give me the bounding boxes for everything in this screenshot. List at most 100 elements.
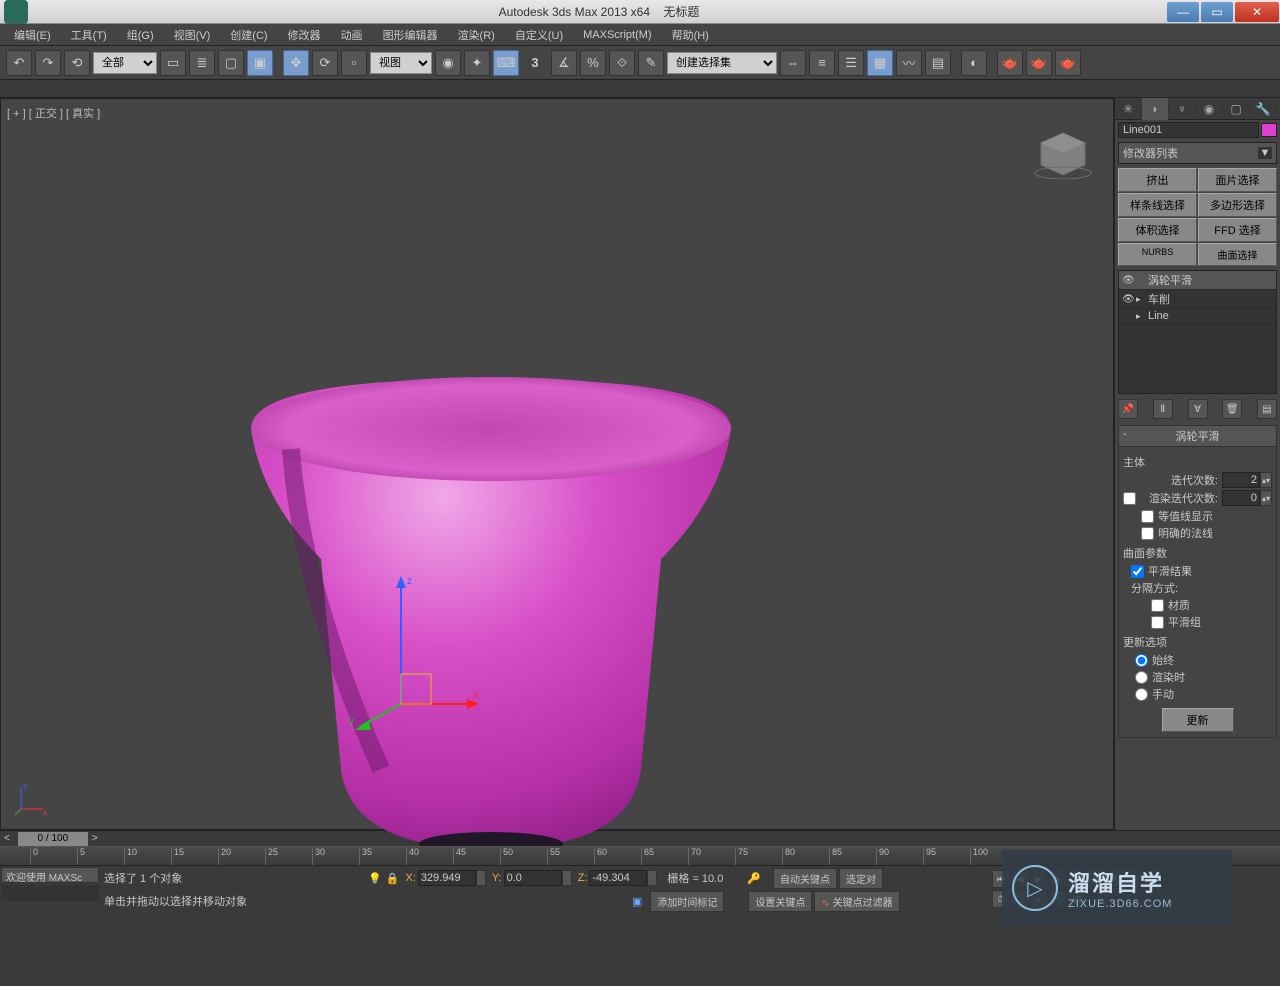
spinner-snap-button[interactable]: ⟐: [609, 50, 635, 76]
coord-x-input[interactable]: [418, 870, 476, 886]
render-iters-checkbox[interactable]: [1123, 492, 1136, 505]
select-by-name-button[interactable]: ≣: [189, 50, 215, 76]
render-production-button[interactable]: 🫖: [1055, 50, 1081, 76]
script-mini-listener[interactable]: [1, 885, 99, 901]
schematic-view-button[interactable]: ▤: [925, 50, 951, 76]
make-unique-button[interactable]: ∀: [1188, 399, 1208, 419]
coord-z-spinner[interactable]: [647, 870, 657, 886]
key-filters-button[interactable]: ∿ 关键点过滤器: [814, 891, 899, 912]
pin-stack-button[interactable]: 📌: [1118, 399, 1138, 419]
update-render-radio[interactable]: [1135, 671, 1148, 684]
mod-poly-select[interactable]: 多边形选择: [1198, 193, 1277, 217]
scale-button[interactable]: ▫: [341, 50, 367, 76]
redo-button[interactable]: ↷: [35, 50, 61, 76]
named-selection-sets[interactable]: 创建选择集: [667, 52, 777, 74]
update-button[interactable]: 更新: [1162, 708, 1234, 732]
configure-sets-button[interactable]: ▤: [1257, 399, 1277, 419]
selected-only-button[interactable]: 选定对: [839, 868, 883, 889]
mod-nurbs[interactable]: NURBS: [1118, 243, 1197, 266]
minimize-button[interactable]: —: [1167, 2, 1199, 22]
layers-button[interactable]: ☰: [838, 50, 864, 76]
rotate-button[interactable]: ⟳: [312, 50, 338, 76]
menu-customize[interactable]: 自定义(U): [505, 27, 573, 43]
select-region-button[interactable]: ▢: [218, 50, 244, 76]
mod-spline-select[interactable]: 样条线选择: [1118, 193, 1197, 217]
select-manipulate-button[interactable]: ✦: [464, 50, 490, 76]
key-icon[interactable]: 🔑: [747, 872, 761, 885]
menu-tools[interactable]: 工具(T): [61, 27, 117, 43]
tab-utilities[interactable]: 🔧: [1250, 98, 1277, 120]
object-color-swatch[interactable]: [1261, 123, 1277, 137]
graphite-button[interactable]: ▦: [867, 50, 893, 76]
auto-key-button[interactable]: 自动关键点: [773, 868, 837, 889]
close-button[interactable]: ✕: [1235, 2, 1279, 22]
snap-3d-button[interactable]: 3: [522, 50, 548, 76]
menu-maxscript[interactable]: MAXScript(M): [573, 29, 661, 41]
smoothgroup-checkbox[interactable]: [1151, 616, 1164, 629]
iterations-spinner[interactable]: ▴▾: [1260, 472, 1272, 488]
menu-grapheditors[interactable]: 图形编辑器: [373, 27, 448, 43]
rollout-turbosmooth-header[interactable]: -涡轮平滑: [1118, 425, 1277, 447]
render-setup-button[interactable]: 🫖: [997, 50, 1023, 76]
tab-hierarchy[interactable]: ♆: [1169, 98, 1196, 120]
remove-modifier-button[interactable]: 🗑: [1222, 399, 1242, 419]
lock-icon[interactable]: 💡: [368, 872, 382, 885]
use-pivot-button[interactable]: ◉: [435, 50, 461, 76]
coord-y-spinner[interactable]: [562, 870, 572, 886]
select-object-button[interactable]: ▭: [160, 50, 186, 76]
update-always-radio[interactable]: [1135, 654, 1148, 667]
tab-create[interactable]: ✳: [1115, 98, 1142, 120]
modifier-list-dropdown[interactable]: 修改器列表▼: [1118, 142, 1277, 164]
object-name-field[interactable]: Line001: [1118, 122, 1259, 138]
menu-help[interactable]: 帮助(H): [662, 27, 719, 43]
explicit-normals-checkbox[interactable]: [1141, 527, 1154, 540]
curve-editor-button[interactable]: 〰: [896, 50, 922, 76]
rendered-frame-button[interactable]: 🫖: [1026, 50, 1052, 76]
menu-render[interactable]: 渲染(R): [448, 27, 505, 43]
percent-snap-button[interactable]: %: [580, 50, 606, 76]
menu-edit[interactable]: 编辑(E): [4, 27, 61, 43]
render-iters-input[interactable]: [1222, 490, 1260, 506]
menu-modifiers[interactable]: 修改器: [278, 27, 331, 43]
selection-filter[interactable]: 全部: [93, 52, 157, 74]
coord-x-spinner[interactable]: [476, 870, 486, 886]
time-slider[interactable]: 0 / 100: [18, 832, 88, 846]
set-key-button[interactable]: 设置关键点: [748, 891, 812, 912]
menu-group[interactable]: 组(G): [117, 27, 164, 43]
angle-snap-button[interactable]: ∡: [551, 50, 577, 76]
menu-animation[interactable]: 动画: [331, 27, 373, 43]
tab-modify[interactable]: ◗: [1142, 98, 1169, 120]
mod-vol-select[interactable]: 体积选择: [1118, 218, 1197, 242]
menu-create[interactable]: 创建(C): [220, 27, 277, 43]
coord-z-input[interactable]: [589, 870, 647, 886]
modifier-stack[interactable]: 👁涡轮平滑 👁▸车削 ▸Line: [1118, 270, 1277, 394]
link-button[interactable]: ⟲: [64, 50, 90, 76]
coord-y-input[interactable]: [504, 870, 562, 886]
mirror-button[interactable]: ⇔: [780, 50, 806, 76]
window-crossing-button[interactable]: ▣: [247, 50, 273, 76]
material-editor-button[interactable]: ◐: [961, 50, 987, 76]
mod-extrude[interactable]: 挤出: [1118, 168, 1197, 192]
edit-named-sets-button[interactable]: ✎: [638, 50, 664, 76]
mod-surf-select[interactable]: 曲面选择: [1198, 243, 1277, 266]
smooth-result-checkbox[interactable]: [1131, 565, 1144, 578]
iterations-input[interactable]: [1222, 472, 1260, 488]
isoline-checkbox[interactable]: [1141, 510, 1154, 523]
tab-motion[interactable]: ◉: [1196, 98, 1223, 120]
ref-coord-system[interactable]: 视图: [370, 52, 432, 74]
show-end-result-button[interactable]: Ⅱ: [1153, 399, 1173, 419]
viewport[interactable]: [ + ] [ 正交 ] [ 真实 ]: [0, 98, 1114, 830]
material-checkbox[interactable]: [1151, 599, 1164, 612]
undo-button[interactable]: ↶: [6, 50, 32, 76]
update-manual-radio[interactable]: [1135, 688, 1148, 701]
viewport-label[interactable]: [ + ] [ 正交 ] [ 真实 ]: [7, 105, 100, 121]
lock2-icon[interactable]: 🔒: [386, 872, 400, 885]
stack-lathe[interactable]: 👁▸车削: [1119, 290, 1276, 309]
stack-line[interactable]: ▸Line: [1119, 309, 1276, 324]
move-button[interactable]: ✥: [283, 50, 309, 76]
mod-ffd-select[interactable]: FFD 选择: [1198, 218, 1277, 242]
keyboard-shortcut-button[interactable]: ⌨: [493, 50, 519, 76]
add-time-tag-button[interactable]: 添加时间标记: [650, 891, 724, 912]
menu-view[interactable]: 视图(V): [164, 27, 221, 43]
maximize-button[interactable]: ▭: [1201, 2, 1233, 22]
